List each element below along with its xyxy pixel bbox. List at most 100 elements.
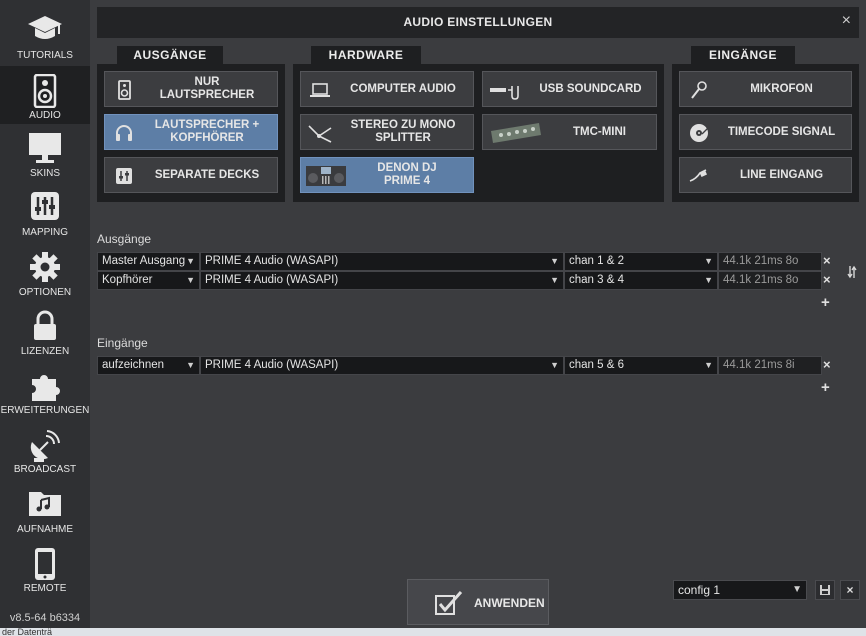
sidebar-item-skins[interactable]: SKINS [0,124,90,182]
select-value: chan 1 & 2 [569,255,624,267]
sidebar-item-remote[interactable]: REMOTE [0,539,90,597]
chevron-down-icon: ▼ [550,256,559,266]
option-separate-decks[interactable]: SEPARATE DECKS [104,157,278,193]
select-value: PRIME 4 Audio (WASAPI) [205,255,339,267]
option-label: USB SOUNDCARD [539,82,642,95]
option-label: STEREO ZU MONO SPLITTER [350,119,456,144]
section-tab-inputs: EINGÄNGE [691,46,795,64]
version-label: v8.5-64 b6334 [9,612,81,624]
sidebar-item-label: MAPPING [21,227,69,238]
close-button[interactable]: × [842,12,851,30]
splitter-cable-icon [308,125,332,143]
option-speakers-only[interactable]: NUR LAUTSPRECHER [104,71,278,107]
option-computer-audio[interactable]: COMPUTER AUDIO [300,71,474,107]
inputs-group-label: Eingänge [97,336,148,350]
graduation-cap-icon [28,16,62,39]
option-denon-prime-4[interactable]: DENON DJ PRIME 4 [300,157,474,193]
option-label: NUR LAUTSPRECHER [159,76,255,101]
remove-row-button[interactable]: × [823,272,831,287]
taskbar-text: der Datenträ [2,628,53,636]
option-microphone[interactable]: MIKROFON [679,71,852,107]
option-speakers-headphones[interactable]: LAUTSPRECHER + KOPFHÖRER [104,114,278,150]
sidebar-item-optionen[interactable]: OPTIONEN [0,243,90,301]
input-channel-select[interactable]: chan 5 & 6 ▼ [564,356,718,375]
sliders-icon [31,192,59,220]
lock-icon [34,310,56,340]
sidebar-item-label: SKINS [29,168,60,179]
apply-button[interactable]: ANWENDEN [407,579,549,625]
output-channel-select[interactable]: chan 3 & 4 ▼ [564,271,718,290]
option-usb-soundcard[interactable]: USB SOUNDCARD [482,71,657,107]
sidebar-item-label: AUDIO [29,110,61,121]
chevron-down-icon: ▼ [186,360,195,370]
output-channel-select[interactable]: chan 1 & 2 ▼ [564,252,718,271]
sidebar-item-aufnahme[interactable]: AUFNAHME [0,480,90,538]
output-type-select[interactable]: Kopfhörer ▼ [97,271,200,290]
gear-icon [30,252,60,282]
sidebar-item-audio[interactable]: AUDIO [0,66,90,124]
output-format-info: 44.1k 21ms 8o [718,271,822,290]
select-value: chan 3 & 4 [569,274,624,286]
satellite-dish-icon [30,430,60,462]
sidebar-item-label: LIZENZEN [20,346,70,357]
sidebar-item-label: AUFNAHME [16,524,74,535]
sidebar-item-broadcast[interactable]: BROADCAST [0,420,90,478]
sidebar-item-label: BROADCAST [13,464,77,475]
mixer-icon [116,168,132,184]
sidebar-item-label: ERWEITERUNGEN [0,405,90,416]
option-stereo-mono-splitter[interactable]: STEREO ZU MONO SPLITTER [300,114,474,150]
chevron-down-icon: ▼ [550,275,559,285]
output-device-select[interactable]: PRIME 4 Audio (WASAPI) ▼ [200,252,564,271]
option-label: TMC-MINI [572,125,626,138]
option-timecode-signal[interactable]: TIMECODE SIGNAL [679,114,852,150]
option-label: DENON DJ PRIME 4 [377,162,437,187]
remove-row-button[interactable]: × [823,357,831,372]
denon-prime-4-controller-icon [306,166,346,186]
input-device-select[interactable]: PRIME 4 Audio (WASAPI) ▼ [200,356,564,375]
sidebar-item-lizenzen[interactable]: LIZENZEN [0,302,90,360]
vinyl-record-icon [690,123,709,142]
add-input-button[interactable]: + [821,379,830,396]
audio-settings-dialog: AUDIO EINSTELLUNGEN × AUSGÄNGE NUR LAUTS… [97,7,860,625]
chevron-down-icon: ▼ [186,275,195,285]
delete-config-button[interactable]: × [840,580,860,600]
save-config-button[interactable] [815,580,835,600]
option-label: SEPARATE DECKS [154,168,260,181]
option-line-input[interactable]: LINE EINGANG [679,157,852,193]
laptop-icon [310,83,330,97]
sidebar-item-tutorials[interactable]: TUTORIALS [0,6,90,64]
option-label: LINE EINGANG [739,168,824,181]
option-tmc-mini[interactable]: TMC-MINI [482,114,657,150]
audio-jack-icon [689,169,707,182]
puzzle-icon [32,375,60,401]
apply-button-label: ANWENDEN [474,596,545,610]
swap-rows-icon[interactable] [847,265,857,279]
sidebar-item-mapping[interactable]: MAPPING [0,183,90,241]
config-select[interactable]: config 1 ▼ [673,580,807,600]
sidebar-item-label: OPTIONEN [18,287,72,298]
output-device-select[interactable]: PRIME 4 Audio (WASAPI) ▼ [200,271,564,290]
add-output-button[interactable]: + [821,294,830,311]
microphone-icon [691,81,707,99]
select-value: PRIME 4 Audio (WASAPI) [205,359,339,371]
output-type-select[interactable]: Master Ausgang ▼ [97,252,200,271]
sidebar-item-label: TUTORIALS [17,50,73,61]
chevron-down-icon: ▼ [704,256,713,266]
outputs-panel: NUR LAUTSPRECHER LAUTSPRECHER + KOPFHÖRE… [97,64,285,202]
inputs-panel: MIKROFON TIMECODE SIGNAL LINE EINGANG [672,64,859,202]
option-label: TIMECODE SIGNAL [727,125,836,138]
hardware-panel: COMPUTER AUDIO USB SOUNDCARD STEREO ZU M… [293,64,664,202]
speaker-icon [118,80,131,100]
taskbar-strip: der Datenträ [0,628,866,636]
checkbox-check-icon [435,591,463,615]
option-label: LAUTSPRECHER + KOPFHÖRER [154,119,260,144]
input-type-select[interactable]: aufzeichnen ▼ [97,356,200,375]
option-label: COMPUTER AUDIO [350,82,456,95]
music-folder-icon [29,492,61,516]
headphones-icon [116,125,132,141]
select-value: config 1 [678,583,721,597]
sidebar-item-erweiterungen[interactable]: ERWEITERUNGEN [0,361,90,419]
remove-row-button[interactable]: × [823,253,831,268]
select-value: Master Ausgang [102,255,186,267]
select-value: PRIME 4 Audio (WASAPI) [205,274,339,286]
